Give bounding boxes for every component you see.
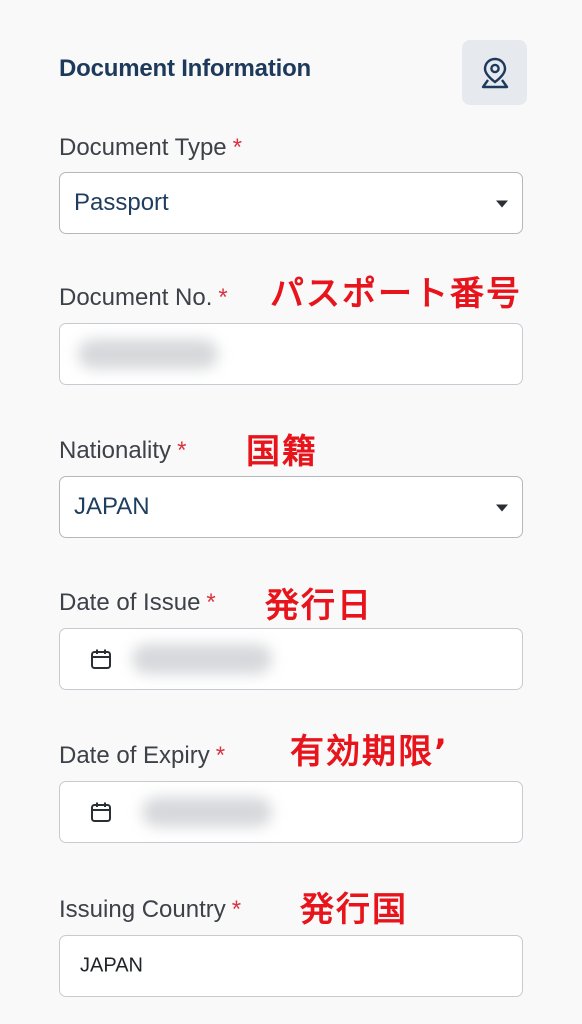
document-no-label: Document No. *: [59, 284, 228, 311]
redacted-value: [142, 797, 272, 827]
required-marker: *: [218, 284, 228, 311]
document-type-select[interactable]: Passport: [59, 172, 523, 234]
nationality-label: Nationality *: [59, 437, 187, 464]
document-type-value: Passport: [74, 189, 169, 216]
redacted-value: [78, 339, 218, 369]
date-of-expiry-input[interactable]: [59, 781, 523, 843]
issuing-country-label: Issuing Country *: [59, 896, 242, 923]
document-no-input[interactable]: [59, 323, 523, 385]
section-title: Document Information: [59, 55, 311, 82]
document-no-annotation: パスポート番号: [270, 274, 522, 314]
chevron-down-icon: [496, 200, 508, 208]
required-marker: *: [231, 896, 242, 923]
calendar-icon: [91, 802, 111, 822]
date-of-issue-input[interactable]: [59, 628, 523, 690]
redacted-value: [132, 644, 272, 674]
date-of-issue-annotation: 発行日: [265, 586, 373, 626]
required-marker: *: [215, 742, 226, 769]
date-of-expiry-annotation: 有効期限’: [290, 732, 449, 772]
document-type-label: Document Type *: [59, 134, 242, 161]
issuing-country-value: JAPAN: [80, 954, 143, 977]
nationality-annotation: 国籍: [246, 432, 318, 472]
required-marker: *: [177, 437, 187, 464]
issuing-country-annotation: 発行国: [300, 890, 408, 930]
nationality-value: JAPAN: [74, 493, 150, 520]
calendar-icon: [91, 649, 111, 669]
required-marker: *: [206, 589, 216, 616]
nationality-select[interactable]: JAPAN: [59, 476, 523, 538]
required-marker: *: [232, 134, 242, 161]
date-of-expiry-label: Date of Expiry *: [59, 742, 226, 769]
location-button[interactable]: [462, 40, 527, 105]
date-of-issue-label: Date of Issue *: [59, 589, 216, 616]
issuing-country-input[interactable]: JAPAN: [59, 935, 523, 997]
chevron-down-icon: [496, 504, 508, 512]
map-pin-icon: [481, 57, 508, 88]
